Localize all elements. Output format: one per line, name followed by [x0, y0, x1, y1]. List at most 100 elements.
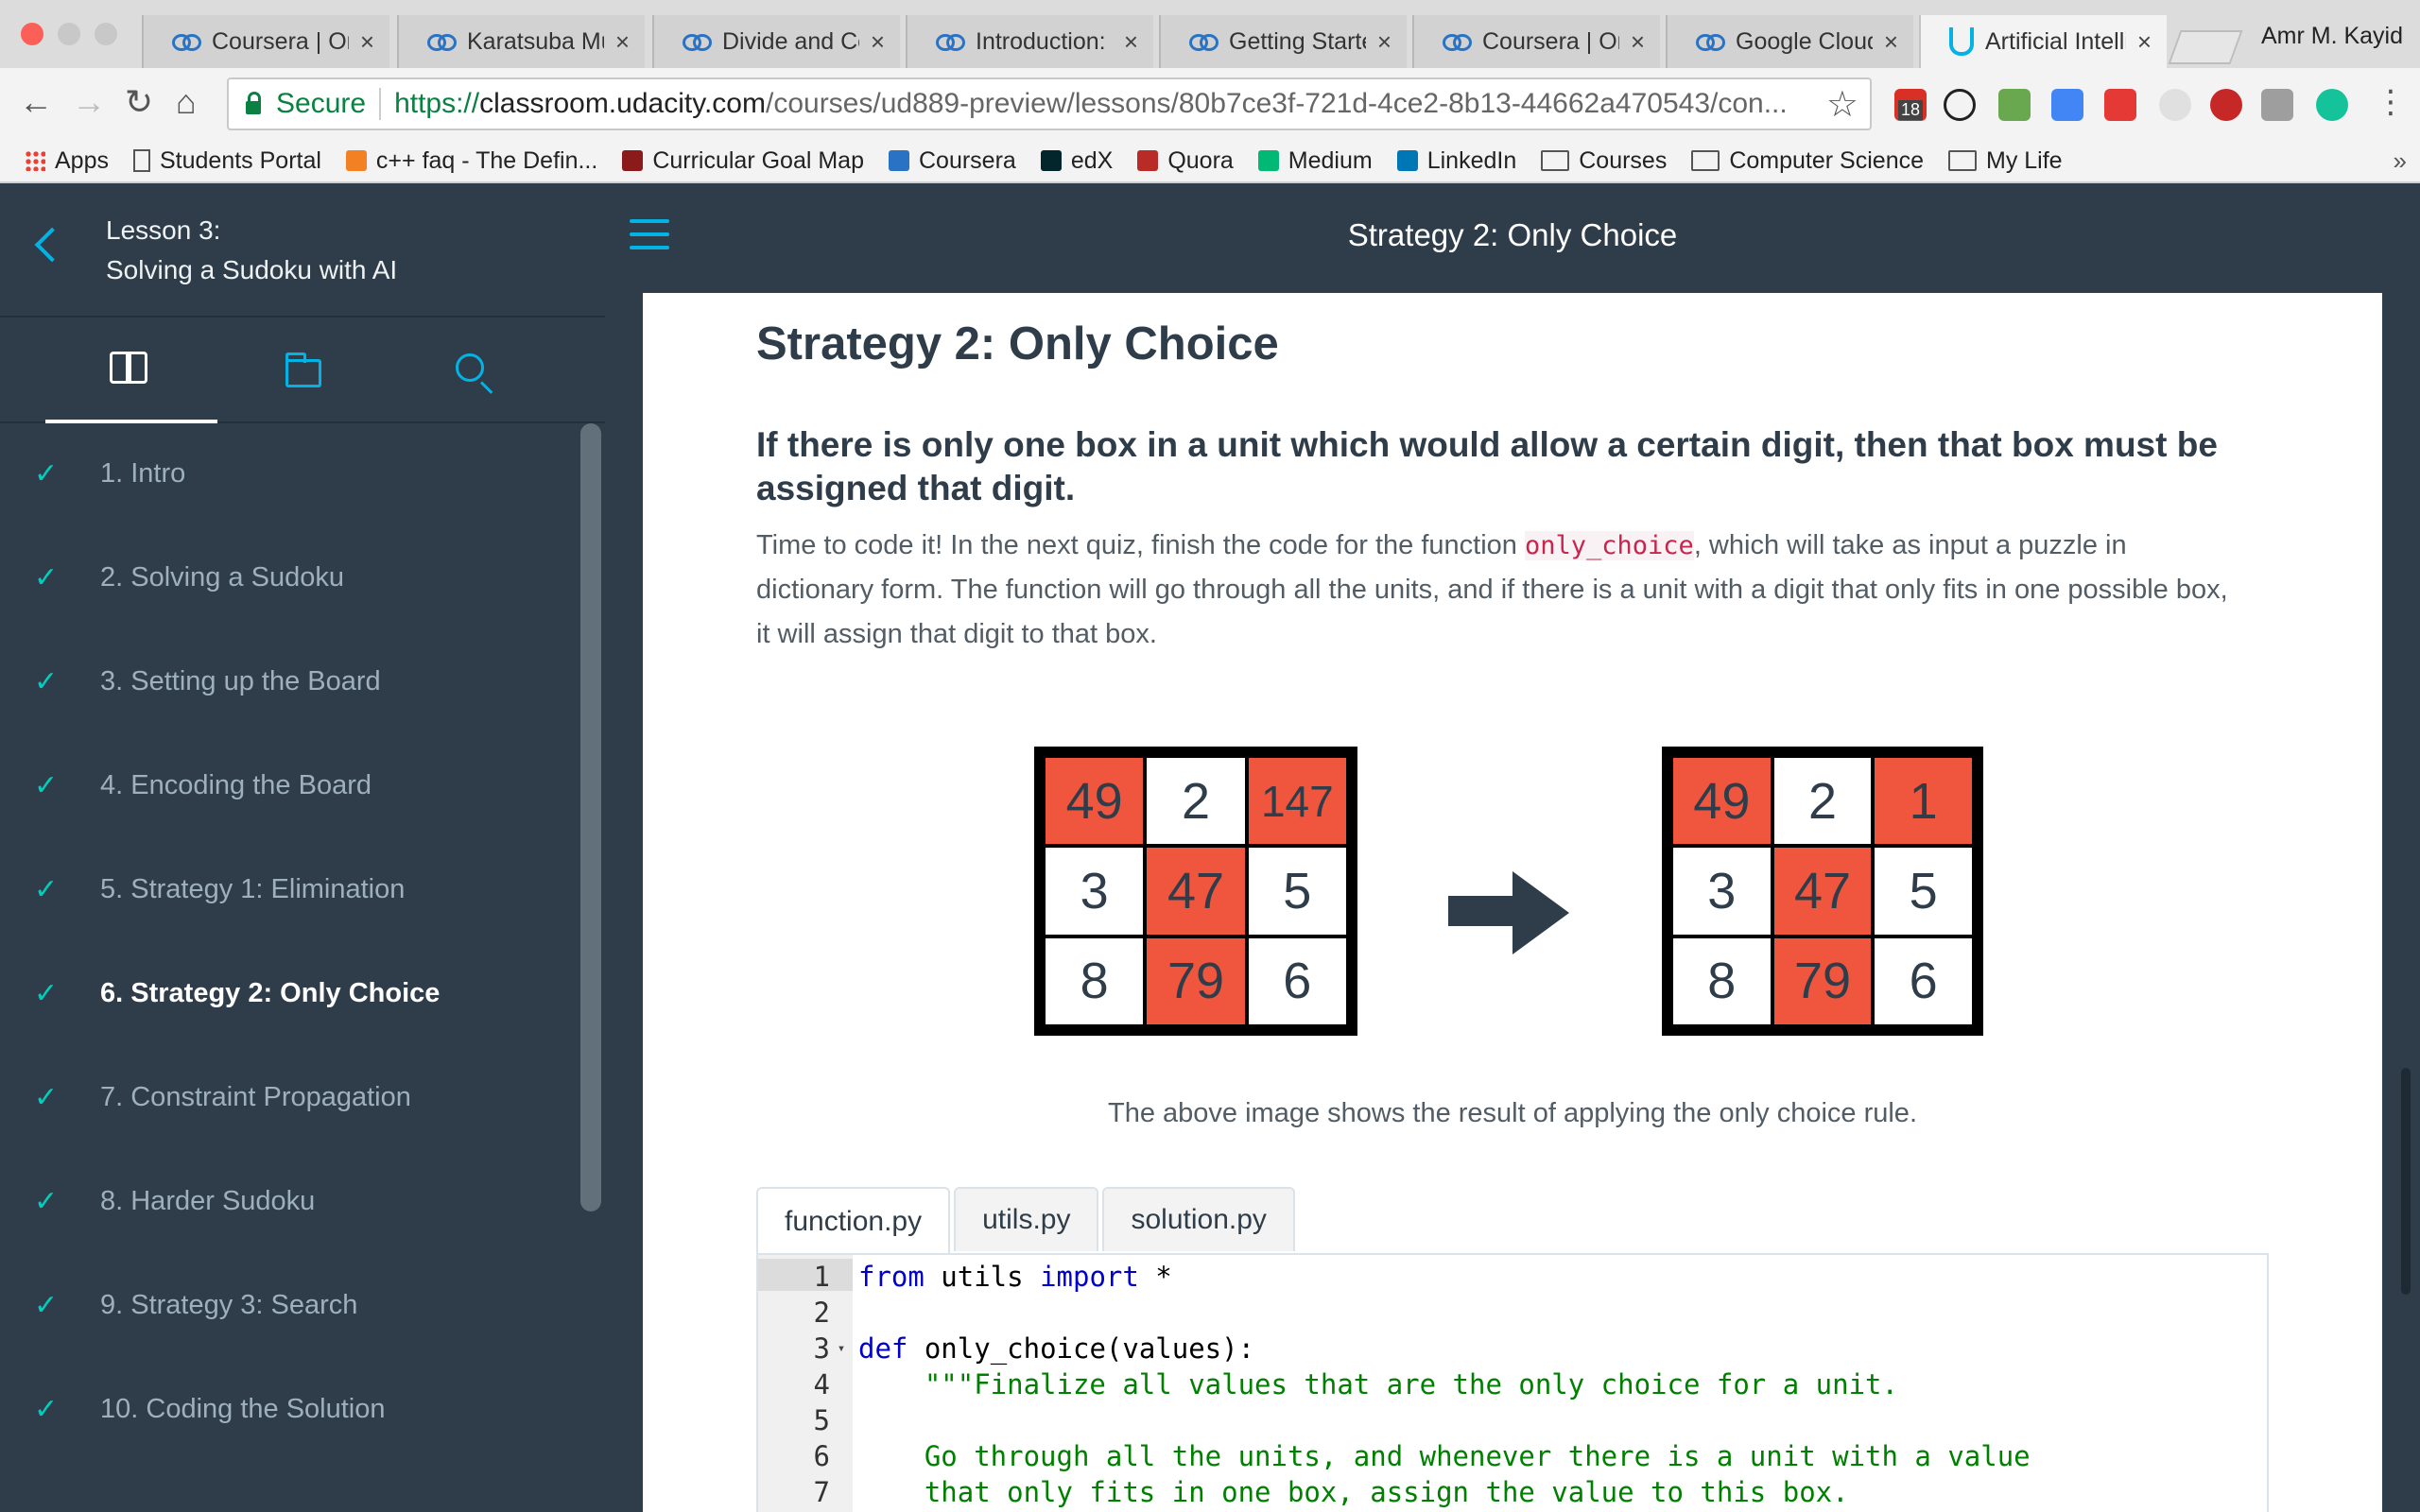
tab-title: Coursera | On — [212, 27, 349, 55]
sidebar-concept-item[interactable]: ✓ 2. Solving a Sudoku — [0, 525, 577, 629]
bookmark-star-icon[interactable]: ☆ — [1826, 83, 1858, 126]
checkmark-icon: ✓ — [34, 665, 59, 697]
bookmark-item[interactable]: edX — [1040, 146, 1114, 175]
file-tab[interactable]: solution.py — [1102, 1187, 1295, 1251]
home-icon[interactable]: ⌂ — [176, 83, 197, 121]
video-icon[interactable] — [2104, 89, 2136, 121]
bookmark-label: edX — [1070, 146, 1114, 174]
extension-badge-icon[interactable]: 18 — [1894, 89, 1927, 121]
close-tab-icon[interactable]: × — [1884, 27, 1898, 57]
bookmark-item[interactable]: Apps — [25, 147, 109, 175]
bookmark-item[interactable]: Courses — [1541, 147, 1667, 175]
fold-arrow-icon[interactable]: ▾ — [830, 1341, 853, 1356]
grammarly-icon[interactable] — [2316, 89, 2348, 121]
sidebar-concept-item[interactable]: ✓ 8. Harder Sudoku — [0, 1149, 577, 1253]
sidebar-scrollbar[interactable] — [580, 423, 601, 1211]
translate-icon[interactable] — [2051, 89, 2083, 121]
menu-kebab-icon[interactable]: ⋮ — [2375, 83, 2407, 121]
browser-tab[interactable]: Getting Starte × — [1159, 15, 1407, 68]
edx-icon — [1040, 150, 1062, 171]
book-icon[interactable] — [110, 352, 151, 386]
bookmark-label: Computer Science — [1729, 146, 1924, 174]
content-scrollbar[interactable] — [2401, 1068, 2411, 1295]
concept-label: 5. Strategy 1: Elimination — [100, 873, 406, 904]
bookmark-item[interactable]: Students Portal — [132, 147, 321, 175]
browser-tab[interactable]: Coursera | On × — [142, 15, 389, 68]
new-tab-button[interactable] — [2168, 30, 2243, 64]
folder-icon[interactable] — [285, 352, 321, 387]
browser-tab[interactable]: Karatsuba Mu × — [397, 15, 645, 68]
maximize-window-button[interactable] — [95, 23, 117, 45]
file-tab[interactable]: function.py — [756, 1187, 951, 1255]
sudoku-cell: 79 — [1773, 937, 1872, 1024]
sidebar-concept-item[interactable]: ✓ 4. Encoding the Board — [0, 733, 577, 837]
browser-tab[interactable]: Divide and Co × — [652, 15, 900, 68]
code-text: from utils import * — [858, 1261, 1172, 1293]
sidebar-concept-item[interactable]: ✓ 5. Strategy 1: Elimination — [0, 837, 577, 941]
bookmark-item[interactable]: Medium — [1257, 147, 1373, 175]
close-tab-icon[interactable]: × — [1377, 27, 1392, 57]
reload-icon[interactable]: ↻ — [125, 83, 153, 121]
bookmark-item[interactable]: My Life — [1948, 147, 2063, 175]
sidebar-tabs — [0, 318, 605, 423]
speed-icon[interactable] — [1944, 89, 1976, 121]
bookmark-item[interactable]: LinkedIn — [1396, 147, 1516, 175]
sidebar-concept-item[interactable]: ✓ 1. Intro — [0, 421, 577, 525]
profile-name[interactable]: Amr M. Kayid — [2261, 23, 2403, 50]
code-editor[interactable]: 1 from utils import * 2 3 ▾ def only_choice(v… — [756, 1253, 2269, 1512]
bookmarks-bar: Apps Students Portal c++ faq - The Defin..… — [0, 140, 2420, 183]
concept-label: 1. Intro — [100, 457, 186, 489]
bookmark-label: Quora — [1167, 146, 1234, 174]
sidebar-concept-item[interactable]: ✓ 7. Constraint Propagation — [0, 1045, 577, 1149]
sidebar-concept-item[interactable]: ✓ 9. Strategy 3: Search — [0, 1253, 577, 1357]
download-icon[interactable] — [1998, 89, 2031, 121]
bookmark-item[interactable]: Curricular Goal Map — [622, 147, 864, 175]
address-bar[interactable]: Secure https:// classroom.udacity.com /c… — [227, 77, 1872, 130]
minimize-window-button[interactable] — [58, 23, 80, 45]
close-tab-icon[interactable]: × — [615, 27, 630, 57]
sudoku-cell: 47 — [1773, 848, 1872, 935]
close-tab-icon[interactable]: × — [1124, 27, 1138, 57]
concept-list: ✓ 1. Intro ✓ 2. Solving a Sudoku ✓ 3. Setting… — [0, 421, 577, 1461]
url-host: classroom.udacity.com — [479, 88, 766, 119]
sidebar-concept-item[interactable]: ✓ 6. Strategy 2: Only Choice — [0, 941, 577, 1045]
megaphone-icon[interactable] — [2261, 89, 2293, 121]
checkmark-icon: ✓ — [34, 561, 59, 593]
header-title: Strategy 2: Only Choice — [1347, 217, 1678, 252]
lesson-number: Lesson 3: — [106, 215, 221, 245]
bookmark-item[interactable]: Computer Science — [1691, 147, 1924, 175]
browser-tab[interactable]: Coursera | On × — [1412, 15, 1660, 68]
sudoku-cell: 5 — [1875, 848, 1972, 935]
code-text: that only fits in one box, assign the va… — [858, 1476, 1849, 1508]
sudoku-cell: 1 — [1875, 758, 1972, 845]
bookmark-label: Coursera — [919, 146, 1016, 174]
close-tab-icon[interactable]: × — [1631, 27, 1645, 57]
close-tab-icon[interactable]: × — [360, 27, 374, 57]
bookmark-item[interactable]: Quora — [1137, 146, 1234, 175]
close-tab-icon[interactable]: × — [871, 27, 885, 57]
browser-tab[interactable]: Artificial Intelli × — [1919, 15, 2167, 68]
chevron-left-icon[interactable] — [34, 227, 70, 263]
close-tab-icon[interactable]: × — [2137, 27, 2152, 57]
forward-icon[interactable]: → — [72, 83, 106, 121]
bookmarks-more-icon[interactable]: » — [2394, 146, 2407, 176]
code-text: Go through all the units, and whenever t… — [858, 1440, 2031, 1472]
browser-tab[interactable]: Google Cloud × — [1666, 15, 1913, 68]
coursera-icon — [1696, 34, 1725, 51]
file-tab[interactable]: utils.py — [954, 1187, 1099, 1251]
arrow-right-icon — [1448, 896, 1514, 926]
circle-icon[interactable] — [2159, 89, 2191, 121]
search-icon[interactable] — [456, 353, 484, 382]
sudoku-box-after: 49 2 1 3 47 5 8 79 6 — [1662, 747, 1983, 1036]
bookmark-item[interactable]: Coursera — [889, 147, 1016, 175]
browser-tab[interactable]: Introduction: N × — [906, 15, 1153, 68]
sudoku-cell: 147 — [1248, 758, 1346, 845]
back-icon[interactable]: ← — [19, 83, 53, 121]
bookmark-item[interactable]: c++ faq - The Defin... — [345, 147, 597, 175]
quora-ext-icon[interactable] — [2210, 89, 2242, 121]
coursera-icon — [1189, 34, 1219, 51]
checkmark-icon: ✓ — [34, 977, 59, 1009]
sidebar-concept-item[interactable]: ✓ 10. Coding the Solution — [0, 1357, 577, 1461]
sidebar-concept-item[interactable]: ✓ 3. Setting up the Board — [0, 629, 577, 733]
close-window-button[interactable] — [21, 23, 43, 45]
